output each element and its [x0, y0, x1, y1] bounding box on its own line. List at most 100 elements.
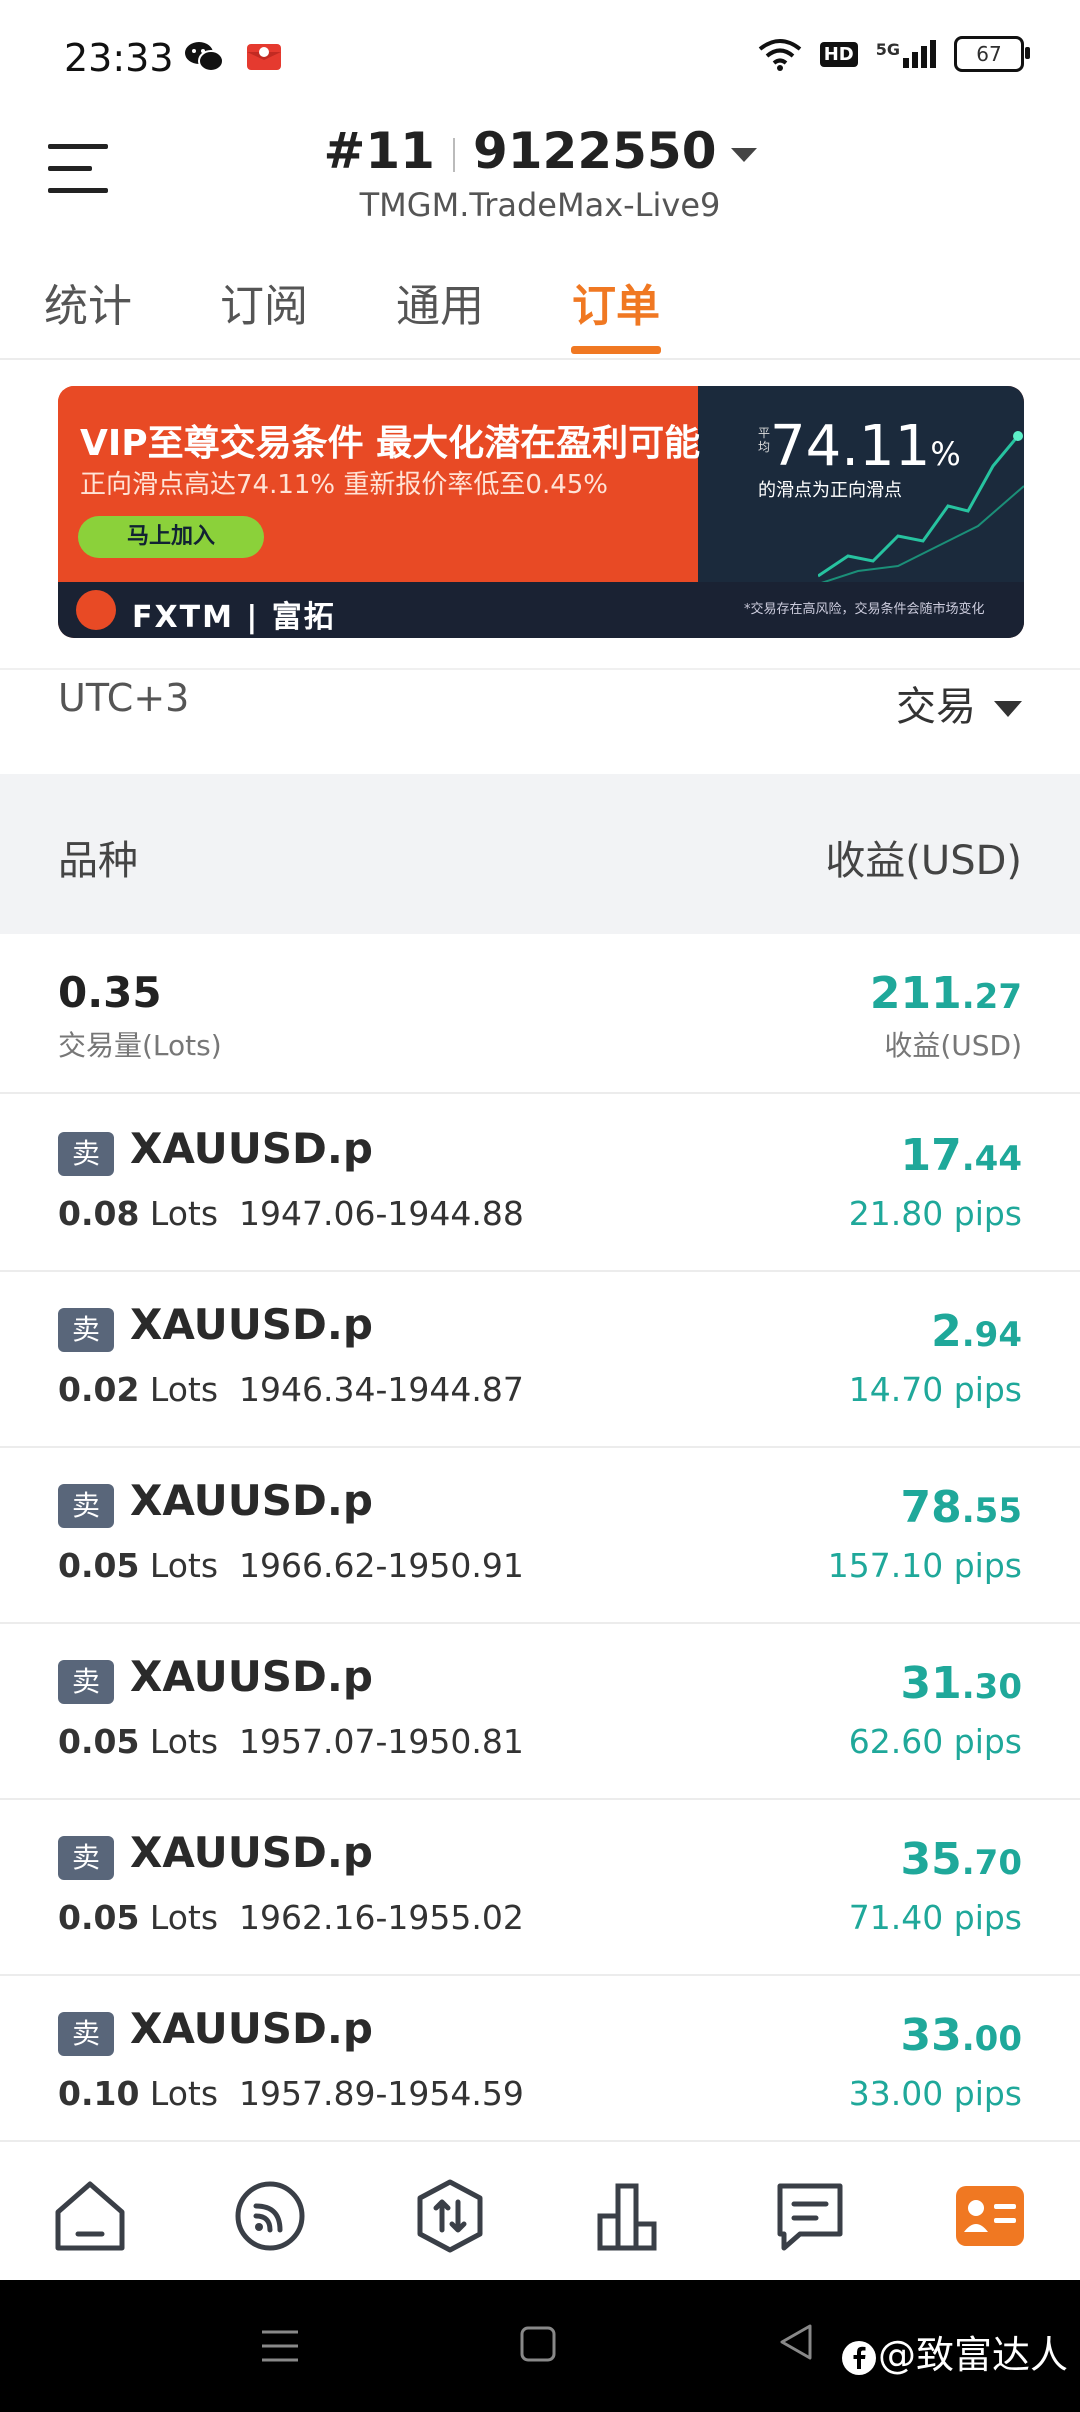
side-badge: 卖 [58, 1132, 114, 1176]
message-icon [777, 2183, 843, 2251]
banner-subtitle: 正向滑点高达74.11% 重新报价率低至0.45% [80, 470, 608, 500]
order-symbol: XAUUSD.p [130, 1828, 373, 1877]
order-profit-dec: .70 [961, 1843, 1022, 1883]
nav-messages[interactable] [770, 2176, 850, 2256]
tab-subscribe[interactable]: 订阅 [220, 270, 308, 334]
chevron-down-icon [994, 701, 1022, 717]
order-prices: 1946.34-1944.87 [239, 1370, 524, 1409]
network-label: 5G [875, 40, 900, 59]
order-profit: 2.94 [931, 1306, 1022, 1357]
total-profit-int: 211 [869, 968, 962, 1019]
home-button-icon[interactable] [518, 2324, 558, 2364]
side-badge: 卖 [58, 1308, 114, 1352]
order-lots: 0.05 [58, 1546, 140, 1585]
banner-rate-unit: % [930, 435, 961, 473]
order-profit: 78.55 [901, 1482, 1022, 1533]
order-pips: 157.10 pips [827, 1546, 1022, 1585]
order-detail: 0.05 Lots 1966.62-1950.91 [58, 1546, 524, 1585]
nav-stats[interactable] [590, 2176, 670, 2256]
total-profit-label: 收益(USD) [884, 1029, 1022, 1062]
order-row[interactable]: 卖 XAUUSD.p 0.05 Lots 1962.16-1955.02 35.… [0, 1798, 1080, 1976]
status-right: HD 5G 67 [758, 36, 1030, 72]
order-symbol: XAUUSD.p [130, 1652, 373, 1701]
system-nav-bar: @致富达人 [0, 2280, 1080, 2412]
banner-rate-description: 的滑点为正向滑点 [758, 480, 902, 501]
order-profit-int: 78 [900, 1482, 962, 1533]
banner-rate-value: 74.11 [770, 414, 931, 479]
order-detail: 0.08 Lots 1947.06-1944.88 [58, 1194, 524, 1233]
account-prefix: #11 [323, 122, 435, 180]
order-profit-int: 35 [900, 1834, 962, 1885]
nav-home[interactable] [50, 2176, 130, 2256]
order-detail: 0.10 Lots 1957.89-1954.59 [58, 2074, 524, 2113]
status-app-icons [184, 40, 284, 74]
order-row[interactable]: 卖 XAUUSD.p 0.02 Lots 1946.34-1944.87 2.9… [0, 1270, 1080, 1448]
nav-profile[interactable] [950, 2176, 1030, 2256]
order-prices: 1962.16-1955.02 [239, 1898, 524, 1937]
trade-icon [417, 2179, 483, 2253]
tab-bar: 统计 订阅 通用 订单 [0, 256, 1080, 360]
status-time: 23:33 [64, 36, 174, 80]
order-profit-dec: .00 [961, 2019, 1022, 2059]
order-profit-dec: .94 [961, 1315, 1022, 1355]
order-detail: 0.02 Lots 1946.34-1944.87 [58, 1370, 524, 1409]
chart-icon [597, 2183, 657, 2251]
trade-type-dropdown[interactable]: 交易 [896, 674, 1022, 732]
total-lots: 0.35 [58, 968, 162, 1017]
chevron-down-icon [730, 147, 757, 162]
order-row[interactable]: 卖 XAUUSD.p 0.05 Lots 1966.62-1950.91 78.… [0, 1446, 1080, 1624]
order-profit: 33.00 [901, 2010, 1022, 2061]
side-badge: 卖 [58, 1660, 114, 1704]
order-profit-int: 2 [931, 1306, 962, 1357]
order-lots-unit: Lots [149, 1370, 219, 1409]
nav-trade[interactable] [410, 2176, 490, 2256]
order-lots-unit: Lots [149, 1722, 219, 1761]
back-icon[interactable] [776, 2322, 816, 2362]
side-badge: 卖 [58, 1484, 114, 1528]
nav-signals[interactable] [230, 2176, 310, 2256]
profile-icon [956, 2186, 1024, 2246]
order-row[interactable]: 卖 XAUUSD.p 0.05 Lots 1957.07-1950.81 31.… [0, 1622, 1080, 1800]
order-prices: 1957.89-1954.59 [239, 2074, 524, 2113]
banner-rate-prefix: 平均 [758, 426, 771, 454]
hd-badge: HD [819, 41, 858, 67]
join-now-button[interactable]: 马上加入 [78, 516, 264, 558]
order-pips: 21.80 pips [848, 1194, 1022, 1233]
order-profit-dec: .30 [961, 1667, 1022, 1707]
order-row[interactable]: 卖 XAUUSD.p 0.10 Lots 1957.89-1954.59 33.… [0, 1974, 1080, 2150]
column-symbol: 品种 [58, 838, 138, 884]
trade-type-label: 交易 [896, 684, 976, 730]
status-bar: 23:33 HD 5G 67 [0, 0, 1080, 120]
total-lots-label: 交易量(Lots) [58, 1029, 222, 1062]
order-symbol: XAUUSD.p [130, 1124, 373, 1173]
home-icon [55, 2181, 125, 2251]
recent-apps-icon[interactable] [258, 2324, 302, 2368]
banner-rate: 74.11% [770, 414, 961, 479]
order-row[interactable]: 卖 XAUUSD.p 0.08 Lots 1947.06-1944.88 17.… [0, 1094, 1080, 1272]
order-symbol: XAUUSD.p [130, 1300, 373, 1349]
tab-stats[interactable]: 统计 [44, 270, 132, 334]
order-pips: 71.40 pips [848, 1898, 1022, 1937]
order-lots-unit: Lots [149, 1898, 219, 1937]
red-envelope-icon [247, 44, 281, 70]
table-header: 品种 收益(USD) [0, 774, 1080, 934]
facebook-icon [841, 2340, 876, 2375]
order-prices: 1947.06-1944.88 [239, 1194, 524, 1233]
column-profit: 收益(USD) [825, 838, 1022, 884]
promo-banner[interactable]: VIP至尊交易条件 最大化潜在盈利可能 正向滑点高达74.11% 重新报价率低至… [58, 386, 1024, 638]
side-badge: 卖 [58, 1836, 114, 1880]
order-prices: 1966.62-1950.91 [239, 1546, 524, 1585]
tab-general[interactable]: 通用 [396, 270, 484, 334]
tab-orders[interactable]: 订单 [572, 270, 660, 334]
watermark: @致富达人 [840, 2324, 1068, 2379]
order-lots: 0.05 [58, 1722, 140, 1761]
banner-brand: FXTM | 富拓 [132, 600, 336, 635]
wechat-icon [185, 42, 224, 72]
order-profit-dec: .44 [961, 1139, 1022, 1179]
banner-title: VIP至尊交易条件 最大化潜在盈利可能 [80, 423, 701, 464]
order-detail: 0.05 Lots 1957.07-1950.81 [58, 1722, 524, 1761]
total-profit-dec: .27 [961, 977, 1022, 1017]
order-profit: 35.70 [901, 1834, 1022, 1885]
account-selector[interactable]: #11 9122550 [0, 122, 1080, 180]
order-profit: 17.44 [901, 1130, 1022, 1181]
